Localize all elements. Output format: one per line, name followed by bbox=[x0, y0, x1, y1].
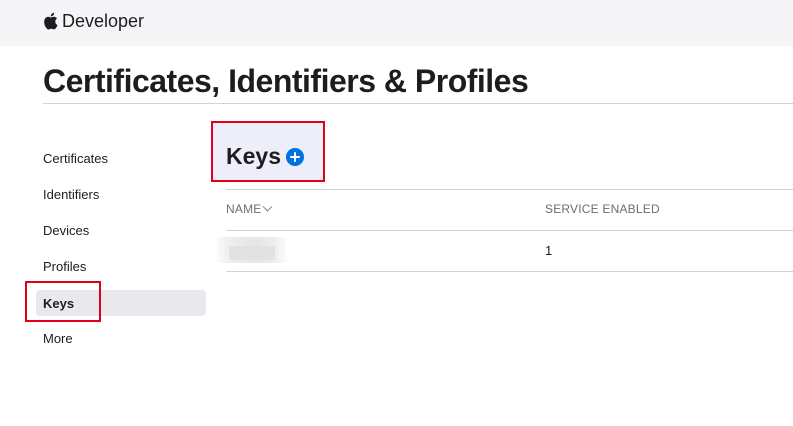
global-nav-bar: Developer bbox=[0, 0, 793, 46]
sidebar-item-identifiers[interactable]: Identifiers bbox=[36, 181, 206, 207]
sidebar-item-devices[interactable]: Devices bbox=[36, 217, 206, 243]
developer-home-link[interactable]: Developer bbox=[43, 9, 144, 33]
services-enabled-count: 1 bbox=[545, 243, 553, 258]
sidebar-item-more[interactable]: More bbox=[36, 325, 206, 351]
title-divider bbox=[43, 103, 793, 104]
column-header-services-enabled: SERVICE ENABLED bbox=[545, 202, 660, 216]
sort-chevron-down-icon bbox=[263, 201, 273, 212]
page-title: Certificates, Identifiers & Profiles bbox=[43, 63, 529, 99]
sidebar-item-profiles[interactable]: Profiles bbox=[36, 253, 206, 279]
section-title: Keys bbox=[226, 143, 281, 169]
sidebar-item-certificates[interactable]: Certificates bbox=[36, 145, 206, 171]
sidebar-item-keys[interactable]: Keys bbox=[36, 290, 206, 316]
table-top-divider bbox=[226, 189, 793, 190]
redacted-key-name[interactable] bbox=[217, 237, 286, 263]
column-header-name[interactable]: NAME bbox=[226, 201, 273, 216]
add-key-button[interactable] bbox=[286, 148, 304, 166]
brand-label: Developer bbox=[62, 10, 145, 31]
apple-logo-icon bbox=[43, 12, 58, 30]
header-row-divider bbox=[226, 230, 793, 231]
row-divider bbox=[226, 271, 793, 272]
